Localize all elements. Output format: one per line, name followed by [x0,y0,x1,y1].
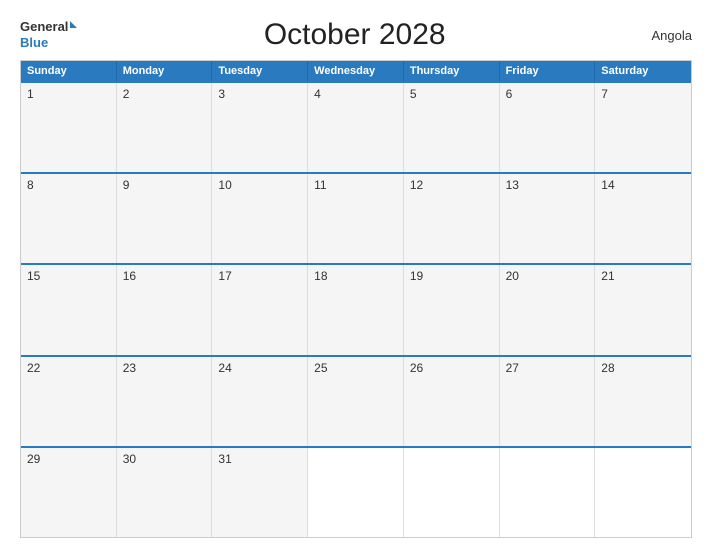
calendar-cell: 17 [212,265,308,354]
day-number: 24 [218,361,231,375]
day-number: 20 [506,269,519,283]
calendar-week: 1 2 3 4 5 6 7 [21,81,691,172]
calendar-cell: 18 [308,265,404,354]
calendar-cell: 6 [500,83,596,172]
calendar-cell: 15 [21,265,117,354]
day-number: 4 [314,87,321,101]
calendar-cell: 22 [21,357,117,446]
calendar: SundayMondayTuesdayWednesdayThursdayFrid… [20,60,692,538]
calendar-header: SundayMondayTuesdayWednesdayThursdayFrid… [21,61,691,81]
logo-triangle-icon [70,21,77,28]
calendar-header-cell: Monday [117,61,213,81]
day-number: 16 [123,269,136,283]
day-number: 19 [410,269,423,283]
calendar-cell: 24 [212,357,308,446]
calendar-cell: 7 [595,83,691,172]
calendar-header-cell: Tuesday [212,61,308,81]
calendar-header-cell: Friday [500,61,596,81]
calendar-cell: 21 [595,265,691,354]
calendar-week: 29 30 31 [21,446,691,537]
day-number: 11 [314,178,326,192]
day-number: 5 [410,87,417,101]
calendar-cell: 10 [212,174,308,263]
calendar-cell: 14 [595,174,691,263]
day-number: 12 [410,178,423,192]
calendar-cell: 27 [500,357,596,446]
day-number: 21 [601,269,614,283]
day-number: 26 [410,361,423,375]
day-number: 7 [601,87,608,101]
page: General Blue October 2028 Angola SundayM… [0,0,712,550]
calendar-week: 22 23 24 25 26 27 28 [21,355,691,446]
calendar-cell: 3 [212,83,308,172]
calendar-cell: 19 [404,265,500,354]
calendar-cell: 13 [500,174,596,263]
calendar-cell: 4 [308,83,404,172]
day-number: 17 [218,269,231,283]
calendar-week: 8 9 10 11 12 13 14 [21,172,691,263]
day-number: 30 [123,452,136,466]
day-number: 6 [506,87,513,101]
calendar-cell: 28 [595,357,691,446]
calendar-cell: 31 [212,448,308,537]
day-number: 22 [27,361,40,375]
calendar-cell: 8 [21,174,117,263]
page-title: October 2028 [77,18,632,52]
day-number: 18 [314,269,327,283]
calendar-cell: 12 [404,174,500,263]
calendar-cell: 16 [117,265,213,354]
logo-blue: Blue [20,35,48,50]
calendar-header-cell: Thursday [404,61,500,81]
day-number: 8 [27,178,34,192]
calendar-cell: 26 [404,357,500,446]
calendar-cell: 20 [500,265,596,354]
day-number: 25 [314,361,327,375]
day-number: 10 [218,178,231,192]
day-number: 14 [601,178,614,192]
country-label: Angola [632,28,692,43]
day-number: 13 [506,178,519,192]
calendar-header-cell: Saturday [595,61,691,81]
logo-general: General [20,19,68,34]
day-number: 29 [27,452,40,466]
calendar-cell: 1 [21,83,117,172]
calendar-cell: 11 [308,174,404,263]
calendar-cell: 25 [308,357,404,446]
header: General Blue October 2028 Angola [20,18,692,52]
calendar-header-cell: Wednesday [308,61,404,81]
calendar-cell: 2 [117,83,213,172]
calendar-cell: 30 [117,448,213,537]
day-number: 15 [27,269,40,283]
calendar-cell [500,448,596,537]
day-number: 28 [601,361,614,375]
calendar-cell: 23 [117,357,213,446]
calendar-cell: 9 [117,174,213,263]
calendar-header-cell: Sunday [21,61,117,81]
day-number: 31 [218,452,231,466]
day-number: 9 [123,178,130,192]
calendar-cell [308,448,404,537]
day-number: 3 [218,87,225,101]
day-number: 27 [506,361,519,375]
calendar-cell [595,448,691,537]
calendar-cell: 29 [21,448,117,537]
calendar-cell [404,448,500,537]
logo-text: General [20,19,77,35]
calendar-body: 1234567891011121314151617181920212223242… [21,81,691,537]
calendar-cell: 5 [404,83,500,172]
logo: General Blue [20,19,77,51]
calendar-week: 15 16 17 18 19 20 21 [21,263,691,354]
day-number: 23 [123,361,136,375]
day-number: 2 [123,87,130,101]
day-number: 1 [27,87,34,101]
